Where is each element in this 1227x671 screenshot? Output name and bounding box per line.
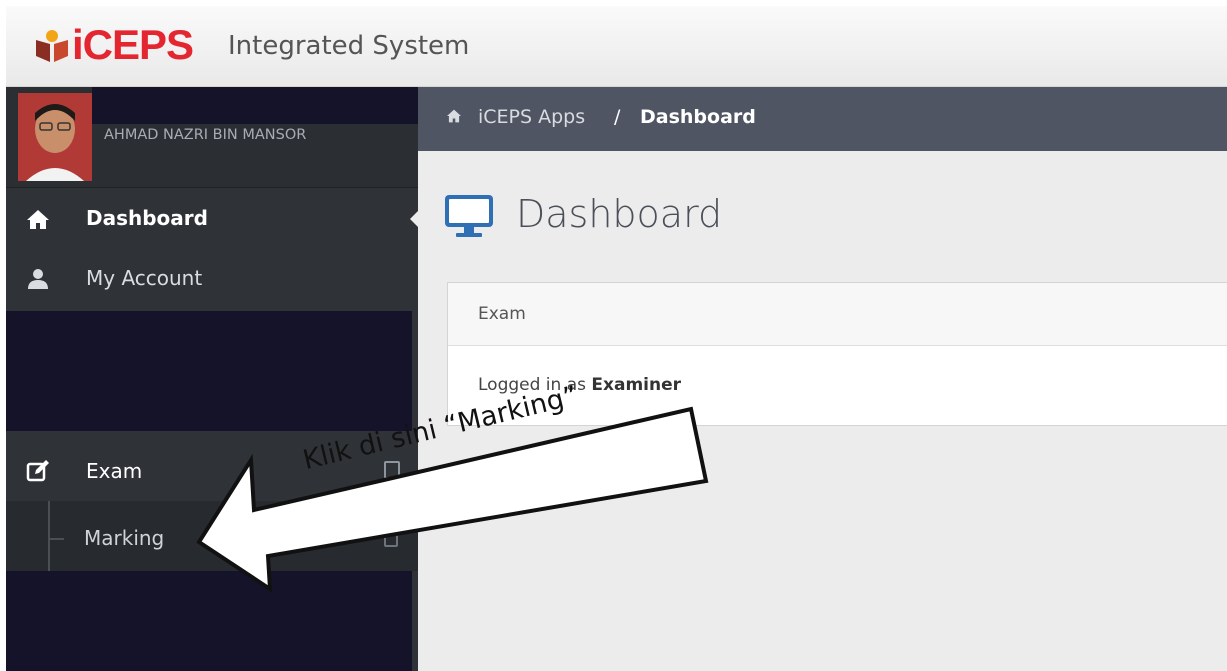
panel-header: Exam xyxy=(448,283,1227,346)
sidebar-item-my-account[interactable]: My Account xyxy=(6,251,418,315)
tree-tick xyxy=(50,538,64,540)
submenu-exam: Marking xyxy=(6,501,418,571)
logo-text[interactable]: iCEPS xyxy=(72,22,194,68)
redacted-block xyxy=(6,311,412,431)
breadcrumb-current: Dashboard xyxy=(640,106,756,128)
top-header: iCEPS Integrated System xyxy=(6,6,1227,87)
page-title: Dashboard xyxy=(516,192,723,236)
home-icon xyxy=(447,109,461,123)
collapse-icon[interactable] xyxy=(384,461,400,479)
sidebar-item-label: My Account xyxy=(86,266,203,290)
panel-title: Exam xyxy=(478,304,526,324)
breadcrumb-separator: / xyxy=(614,106,621,128)
role-text: Examiner xyxy=(591,375,681,395)
sidebar-item-label: Exam xyxy=(86,459,143,483)
monitor-icon xyxy=(445,195,493,237)
breadcrumb: iCEPS Apps / Dashboard xyxy=(418,87,1227,151)
edit-icon xyxy=(26,460,49,482)
logo-subtitle: Integrated System xyxy=(228,31,470,61)
redacted-block xyxy=(6,571,412,671)
active-caret xyxy=(410,209,420,229)
avatar[interactable] xyxy=(18,93,92,181)
sidebar: AHMAD NAZRI BIN MANSOR Dashboard My Acco… xyxy=(6,87,420,671)
user-panel: AHMAD NAZRI BIN MANSOR xyxy=(6,87,418,188)
panel-body: Logged in as Examiner xyxy=(478,373,681,397)
logo-icon xyxy=(36,30,68,62)
redacted-block xyxy=(92,87,418,124)
user-name: AHMAD NAZRI BIN MANSOR xyxy=(104,127,307,143)
sidebar-item-dashboard[interactable]: Dashboard xyxy=(6,187,420,251)
user-icon xyxy=(28,269,48,289)
subitem-toggle-icon[interactable] xyxy=(384,531,398,547)
sidebar-subitem-marking[interactable]: Marking xyxy=(84,525,164,551)
avatar-photo xyxy=(18,93,92,181)
breadcrumb-link-iceps-apps[interactable]: iCEPS Apps xyxy=(478,104,585,130)
home-icon xyxy=(27,210,49,229)
sidebar-item-label: Dashboard xyxy=(86,206,208,230)
tree-line xyxy=(48,501,50,571)
